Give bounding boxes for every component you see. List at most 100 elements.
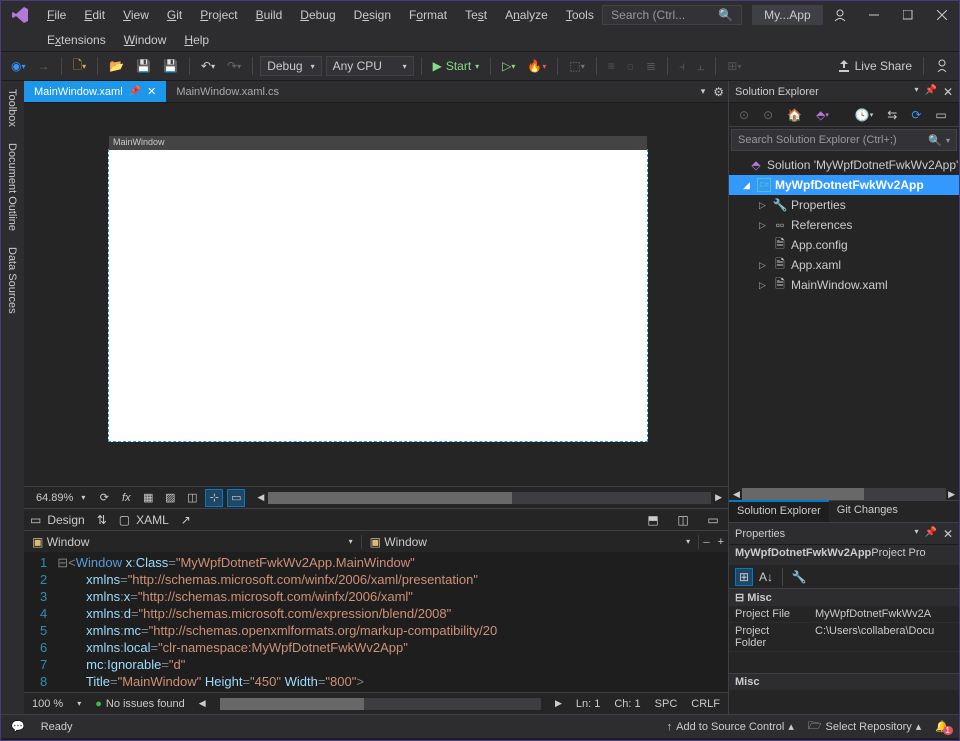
close-button[interactable] <box>925 1 959 28</box>
panel-close-icon[interactable]: ✕ <box>943 85 953 99</box>
solution-explorer-tab[interactable]: Solution Explorer <box>729 500 829 522</box>
new-project-button[interactable]: 🗋▾ <box>69 53 91 80</box>
eol-indicator[interactable]: CRLF <box>691 698 720 710</box>
document-outline-tab[interactable]: Document Outline <box>1 135 24 239</box>
code-editor[interactable]: 123456789 ⊟<Window x:Class="MyWpfDotnetF… <box>24 552 728 692</box>
tree-project-node[interactable]: ◢C#MyWpfDotnetFwkWv2App <box>729 175 959 195</box>
menu-view[interactable]: View <box>115 4 157 26</box>
snap-lines-icon[interactable]: ⊹ <box>205 489 223 507</box>
maximize-button[interactable] <box>891 1 925 28</box>
h-scroll-left[interactable]: ◀ <box>199 698 206 709</box>
collapse-pane-icon[interactable]: ▭ <box>704 511 722 529</box>
swap-panes-icon[interactable]: ⇅ <box>97 513 107 527</box>
menu-git[interactable]: Git <box>159 4 190 26</box>
indent-indicator[interactable]: SPC <box>655 698 678 710</box>
xaml-pane-tab[interactable]: ▢ XAML <box>119 513 169 527</box>
fx-icon[interactable]: fx <box>117 489 135 507</box>
prop-wrench-icon[interactable]: 🔧 <box>790 568 808 586</box>
nav-back-button[interactable]: ◉▾ <box>7 56 30 76</box>
xaml-member-combo[interactable]: ▣ Window▾ <box>362 535 700 549</box>
tree-references-node[interactable]: ▷▫▫References <box>729 215 959 235</box>
align-icon-2[interactable]: ꤀ <box>623 56 638 76</box>
se-collapse-icon[interactable]: ⇆ <box>883 105 901 125</box>
tree-appconfig-node[interactable]: 🗎App.config <box>729 235 959 255</box>
align-icon-5[interactable]: ⫠ <box>693 56 708 77</box>
align-icon-3[interactable]: ≣ <box>642 56 660 76</box>
doctab-gear-icon[interactable]: ⚙ <box>709 81 728 102</box>
menu-test[interactable]: Test <box>457 4 495 26</box>
prop-project-folder[interactable]: Project Folder C:\Users\collabera\Docu <box>729 623 959 652</box>
output-icon[interactable]: 💬 <box>11 720 25 733</box>
designer-h-scrollbar[interactable] <box>268 492 711 504</box>
design-pane-tab[interactable]: ▭ Design <box>30 513 85 527</box>
save-button[interactable]: 💾 <box>132 56 155 76</box>
menu-help[interactable]: Help <box>176 29 217 51</box>
se-sync-icon[interactable]: 🕓▾ <box>851 105 877 125</box>
tb-icon-1[interactable]: ⬚▾ <box>565 56 588 76</box>
panel-pin-icon[interactable]: 📌 <box>924 527 936 541</box>
menu-window[interactable]: Window <box>116 29 175 51</box>
misc-category-header[interactable]: ⊟ Misc <box>729 589 959 606</box>
tree-mainwindow-node[interactable]: ▷🗎MainWindow.xaml <box>729 275 959 295</box>
editor-zoom[interactable]: 100 % <box>32 698 63 710</box>
grid-icon-1[interactable]: ▦ <box>139 489 157 507</box>
se-switch-icon[interactable]: ⬘▾ <box>812 105 833 125</box>
designed-window[interactable]: MainWindow <box>108 149 648 442</box>
tree-appxaml-node[interactable]: ▷🗎App.xaml <box>729 255 959 275</box>
xaml-type-combo[interactable]: ▣ Window▾ <box>24 535 362 549</box>
start-nodebug-button[interactable]: ▷▾ <box>498 56 519 76</box>
issues-indicator[interactable]: ●No issues found <box>95 698 185 710</box>
menu-edit[interactable]: Edit <box>76 4 113 26</box>
tree-properties-node[interactable]: ▷🔧Properties <box>729 195 959 215</box>
hot-reload-button[interactable]: 🔥▾ <box>523 56 550 76</box>
data-sources-tab[interactable]: Data Sources <box>1 239 24 322</box>
add-source-control-button[interactable]: ↑ Add to Source Control ▴ <box>667 720 794 733</box>
align-icon-4[interactable]: ⫞ <box>675 56 689 77</box>
open-file-button[interactable]: 📂 <box>105 56 128 76</box>
panel-pin-icon[interactable]: 📌 <box>924 85 936 99</box>
se-home-icon[interactable]: 🏠 <box>783 105 806 125</box>
col-indicator[interactable]: Ch: 1 <box>614 698 640 710</box>
se-refresh-icon[interactable]: ⟳ <box>907 105 925 125</box>
xaml-designer-surface[interactable]: MainWindow <box>24 103 728 486</box>
split-h-icon[interactable]: ⬒ <box>644 511 662 529</box>
scroll-right-icon[interactable]: ▶ <box>715 492 722 503</box>
panel-close-icon[interactable]: ✕ <box>943 527 953 541</box>
se-fwd-icon[interactable]: ⊙ <box>759 105 777 125</box>
categorized-icon[interactable]: ⊞ <box>735 568 753 586</box>
scroll-left-icon[interactable]: ◀ <box>257 492 264 503</box>
menu-analyze[interactable]: Analyze <box>497 4 556 26</box>
prop-project-file[interactable]: Project File MyWpfDotnetFwkWv2A <box>729 606 959 623</box>
git-changes-tab[interactable]: Git Changes <box>829 501 906 522</box>
align-icon-6[interactable]: ⊞▾ <box>723 56 745 76</box>
signin-icon[interactable] <box>823 1 857 28</box>
nav-fwd-button[interactable]: → <box>34 56 54 76</box>
split-v-icon[interactable]: ◫ <box>674 511 692 529</box>
solution-explorer-search[interactable]: Search Solution Explorer (Ctrl+;) 🔍 ▾ <box>731 129 957 151</box>
toolbox-tab[interactable]: Toolbox <box>1 81 24 135</box>
code-content[interactable]: ⊟<Window x:Class="MyWpfDotnetFwkWv2App.M… <box>57 552 497 692</box>
doctab-dropdown-icon[interactable]: ▾ <box>697 81 710 102</box>
grid-icon-2[interactable]: ▨ <box>161 489 179 507</box>
se-showall-icon[interactable]: ▭ <box>931 105 950 125</box>
zoom-combo[interactable]: 64.89%▾ <box>30 490 91 506</box>
global-search[interactable]: Search (Ctrl... 🔍 <box>602 5 742 25</box>
start-debug-button[interactable]: ▶ Start ▾ <box>429 56 484 76</box>
device-icon[interactable]: ▭ <box>227 489 245 507</box>
feedback-icon[interactable] <box>931 56 953 76</box>
se-h-scrollbar[interactable] <box>742 488 946 500</box>
refresh-icon[interactable]: ⟳ <box>95 489 113 507</box>
xaml-nav-split-icon[interactable]: ─ <box>699 534 713 550</box>
select-repository-button[interactable]: 🗁 Select Repository ▴ <box>808 717 921 736</box>
snap-icon[interactable]: ◫ <box>183 489 201 507</box>
undo-button[interactable]: ↶▾ <box>197 56 219 76</box>
doctab-mainwindow-xaml-cs[interactable]: MainWindow.xaml.cs <box>166 81 289 102</box>
menu-tools[interactable]: Tools <box>558 4 602 26</box>
h-scroll-right[interactable]: ▶ <box>555 698 562 709</box>
solution-platform-combo[interactable]: Any CPU▾ <box>326 56 414 76</box>
minimize-button[interactable] <box>857 1 891 28</box>
menu-debug[interactable]: Debug <box>292 4 343 26</box>
menu-project[interactable]: Project <box>192 4 245 26</box>
save-all-button[interactable]: 💾 <box>159 56 182 76</box>
alphabetical-icon[interactable]: A↓ <box>757 568 775 586</box>
